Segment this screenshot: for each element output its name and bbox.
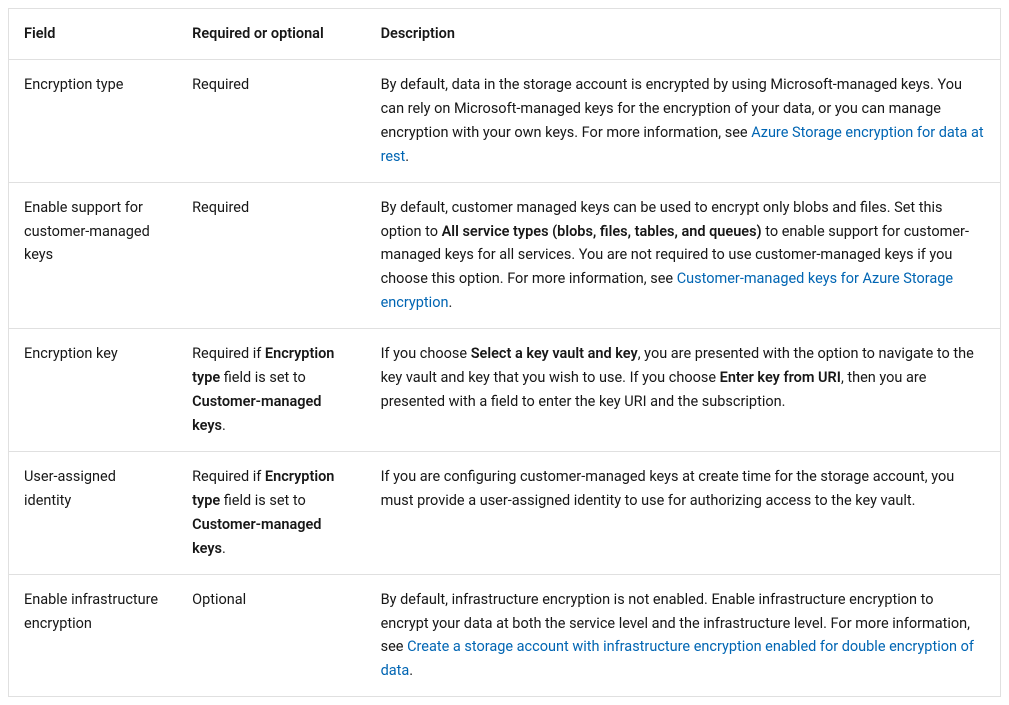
text: If you choose: [381, 345, 471, 362]
cell-description: By default, customer managed keys can be…: [366, 182, 1001, 329]
text: Required if: [192, 468, 265, 485]
cell-field: User-assigned identity: [9, 451, 178, 574]
cell-field: Enable infrastructure encryption: [9, 574, 178, 697]
column-header-description: Description: [366, 9, 1001, 60]
cell-required: Required: [177, 59, 365, 182]
text: Required: [192, 76, 249, 93]
text: .: [409, 662, 413, 679]
table-row: Enable support for customer-managed keys…: [9, 182, 1001, 329]
table-body: Encryption type Required By default, data …: [9, 59, 1001, 696]
cell-required: Optional: [177, 574, 365, 697]
cell-required: Required if Encryption type field is set…: [177, 451, 365, 574]
text: If you are configuring customer-managed …: [381, 468, 955, 509]
bold-text: Enter key from URI: [720, 369, 841, 386]
bold-text: Customer-managed keys: [192, 516, 321, 557]
text: Required if: [192, 345, 265, 362]
table-row: Encryption type Required By default, data …: [9, 59, 1001, 182]
cell-required: Required if Encryption type field is set…: [177, 329, 365, 452]
cell-required: Required: [177, 182, 365, 329]
cell-field: Enable support for customer-managed keys: [9, 182, 178, 329]
table-row: Encryption keyRequired if Encryption typ…: [9, 329, 1001, 452]
cell-description: By default, infrastructure encryption is…: [366, 574, 1001, 697]
doc-link[interactable]: Create a storage account with infrastruc…: [381, 638, 974, 679]
bold-text: Customer-managed keys: [192, 393, 321, 434]
bold-text: Select a key vault and key: [471, 345, 638, 362]
bold-text: All service types (blobs, files, tables,…: [442, 223, 762, 240]
cell-field: Encryption type: [9, 59, 178, 182]
text: .: [222, 417, 226, 434]
text: .: [448, 294, 452, 311]
text: .: [405, 148, 409, 165]
table-row: Enable infrastructure encryption Optional…: [9, 574, 1001, 697]
table-row: User-assigned identityRequired if Encryp…: [9, 451, 1001, 574]
cell-description: By default, data in the storage account …: [366, 59, 1001, 182]
encryption-settings-table: Field Required or optional Description E…: [8, 8, 1001, 697]
cell-description: If you are configuring customer-managed …: [366, 451, 1001, 574]
cell-description: If you choose Select a key vault and key…: [366, 329, 1001, 452]
text: field is set to: [220, 369, 306, 386]
text: Required: [192, 199, 249, 216]
text: field is set to: [220, 492, 306, 509]
cell-field: Encryption key: [9, 329, 178, 452]
text: Optional: [192, 591, 246, 608]
column-header-field: Field: [9, 9, 178, 60]
text: .: [222, 540, 226, 557]
table-header-row: Field Required or optional Description: [9, 9, 1001, 60]
column-header-required: Required or optional: [177, 9, 365, 60]
